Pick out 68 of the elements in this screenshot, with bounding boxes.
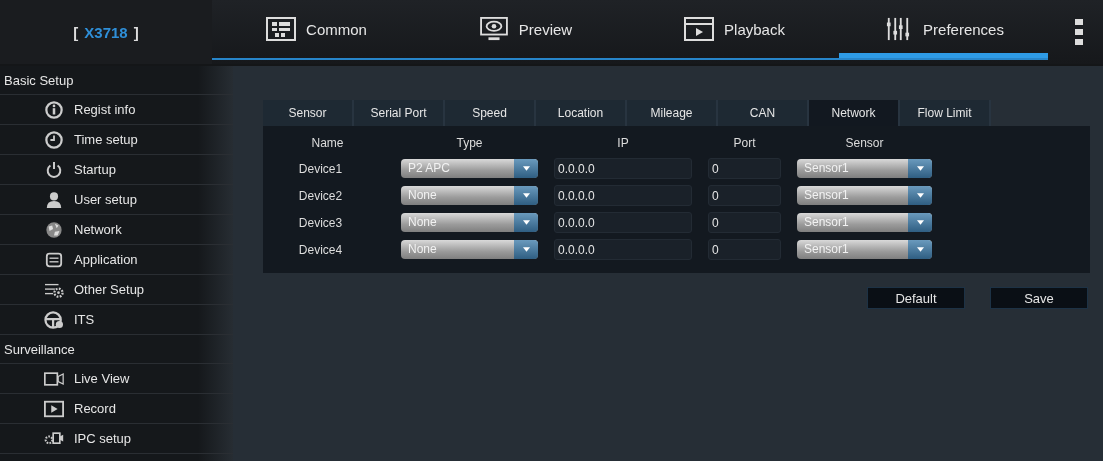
nav-tab[interactable]: Playback xyxy=(630,0,839,58)
nav-tab[interactable]: Preferences xyxy=(839,0,1048,58)
bracket-text: ] xyxy=(133,23,139,41)
sidebar-item[interactable]: Application xyxy=(0,245,233,275)
caret-icon xyxy=(916,247,924,252)
settings-tab[interactable]: Flow Limit xyxy=(900,100,991,126)
power-icon xyxy=(44,160,64,179)
settings-tab[interactable]: Network xyxy=(809,100,900,126)
caret-icon xyxy=(522,193,530,198)
info-icon xyxy=(44,100,64,119)
caret-icon xyxy=(522,247,530,252)
sidebar-item[interactable]: Startup xyxy=(0,155,233,185)
sidebar-item[interactable]: User setup xyxy=(0,185,233,215)
sidebar-item[interactable]: IPC setup xyxy=(0,424,233,454)
nav-tab[interactable]: Common xyxy=(212,0,421,58)
device-name-cell-text: Device3 xyxy=(297,215,344,230)
sidebar-item[interactable]: Other Setup xyxy=(0,275,233,305)
ip-field[interactable]: 0.0.0.0 xyxy=(554,185,692,206)
settings-tab[interactable]: Serial Port xyxy=(354,100,445,126)
grid-icon xyxy=(266,17,297,41)
caret-icon xyxy=(522,220,530,225)
settings-tab[interactable]: Location xyxy=(536,100,627,126)
save-button[interactable]: Save xyxy=(990,287,1088,309)
port-field[interactable]: 0 xyxy=(708,239,781,260)
clock-icon xyxy=(44,130,64,149)
default-button[interactable]: Default xyxy=(867,287,965,309)
settings-tab[interactable]: Sensor xyxy=(263,100,354,126)
caret-icon xyxy=(916,220,924,225)
device-name-cell-text: Device4 xyxy=(297,242,344,257)
ip-field[interactable]: 0.0.0.0 xyxy=(554,158,692,179)
settings-tab[interactable]: CAN xyxy=(718,100,809,126)
port-field[interactable]: 0 xyxy=(708,212,781,233)
sidebar-item[interactable]: Regist info xyxy=(0,95,233,125)
bracket-text: [ xyxy=(73,23,79,41)
document-icon xyxy=(44,250,64,269)
device-name: X3718 xyxy=(84,23,128,41)
steering-wheel-icon xyxy=(44,310,64,329)
settings-tab[interactable]: Mileage xyxy=(627,100,718,126)
column-header: Port xyxy=(732,136,757,152)
sidebar-item[interactable]: Time setup xyxy=(0,125,233,155)
port-field[interactable]: 0 xyxy=(708,158,781,179)
ip-field[interactable]: 0.0.0.0 xyxy=(554,239,692,260)
column-header: Name xyxy=(310,136,345,152)
sidebar-item[interactable]: ITS xyxy=(0,305,233,335)
sidebar-item[interactable]: Network xyxy=(0,215,233,245)
user-icon xyxy=(44,190,64,209)
settings-tab[interactable]: Speed xyxy=(445,100,536,126)
device-name-cell-text: Device2 xyxy=(297,188,344,203)
globe-icon xyxy=(44,220,64,239)
nav-tab[interactable]: Preview xyxy=(421,0,630,58)
caret-icon xyxy=(916,193,924,198)
monitor-eye-icon xyxy=(478,17,509,41)
more-icon[interactable] xyxy=(1075,19,1083,45)
caret-icon xyxy=(522,166,530,171)
column-header: IP xyxy=(616,136,630,152)
section-heading: Basic Setup xyxy=(0,66,233,95)
play-box-icon xyxy=(44,399,64,418)
device-name-cell-text: Device1 xyxy=(297,161,344,176)
section-heading: Surveillance xyxy=(0,335,233,364)
sidebar-item[interactable]: Record xyxy=(0,394,233,424)
sidebar-item[interactable]: Live View xyxy=(0,364,233,394)
port-field[interactable]: 0 xyxy=(708,185,781,206)
ip-field[interactable]: 0.0.0.0 xyxy=(554,212,692,233)
column-header: Sensor xyxy=(844,136,885,152)
camera-icon xyxy=(44,369,64,388)
column-header: Type xyxy=(455,136,484,152)
caret-icon xyxy=(916,166,924,171)
video-play-icon xyxy=(684,17,715,41)
